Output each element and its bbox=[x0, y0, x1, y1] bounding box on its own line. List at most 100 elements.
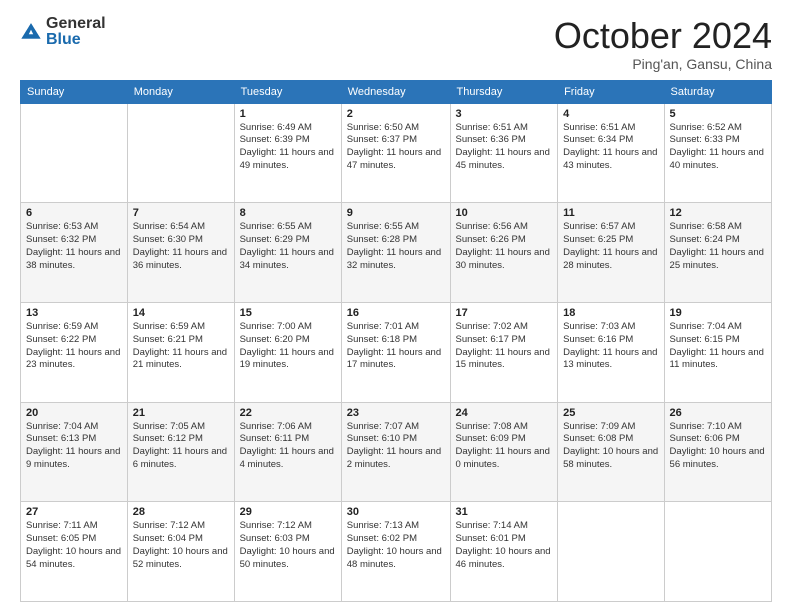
calendar-cell: 28 Sunrise: 7:12 AM Sunset: 6:04 PM Dayli… bbox=[127, 502, 234, 602]
day-number: 1 bbox=[240, 108, 336, 120]
month-title: October 2024 bbox=[554, 16, 772, 56]
day-number: 4 bbox=[563, 108, 658, 120]
day-info: Sunrise: 7:10 AM Sunset: 6:06 PM Dayligh… bbox=[670, 421, 766, 472]
calendar-cell: 19 Sunrise: 7:04 AM Sunset: 6:15 PM Dayli… bbox=[664, 302, 771, 402]
calendar-cell: 30Sunrise: 7:13 AM Sunset: 6:02 PM Dayli… bbox=[341, 502, 450, 602]
calendar-cell: 13Sunrise: 6:59 AM Sunset: 6:22 PM Dayli… bbox=[21, 302, 128, 402]
day-info: Sunrise: 6:54 AM Sunset: 6:30 PM Dayligh… bbox=[133, 221, 229, 272]
day-info: Sunrise: 6:57 AM Sunset: 6:25 PM Dayligh… bbox=[563, 221, 658, 272]
calendar-cell: 8Sunrise: 6:55 AM Sunset: 6:29 PM Daylig… bbox=[234, 203, 341, 303]
calendar-cell: 24 Sunrise: 7:08 AM Sunset: 6:09 PM Dayli… bbox=[450, 402, 558, 502]
day-info: Sunrise: 7:04 AM Sunset: 6:15 PM Dayligh… bbox=[670, 321, 766, 372]
day-number: 28 bbox=[133, 506, 229, 518]
calendar-cell: 2 Sunrise: 6:50 AM Sunset: 6:37 PM Daylig… bbox=[341, 103, 450, 203]
day-header-tuesday: Tuesday bbox=[234, 80, 341, 103]
calendar-cell bbox=[21, 103, 128, 203]
day-header-wednesday: Wednesday bbox=[341, 80, 450, 103]
calendar-cell: 1 Sunrise: 6:49 AM Sunset: 6:39 PM Daylig… bbox=[234, 103, 341, 203]
logo-text: General Blue bbox=[46, 16, 106, 48]
calendar-cell: 29 Sunrise: 7:12 AM Sunset: 6:03 PM Dayli… bbox=[234, 502, 341, 602]
day-info: Sunrise: 6:51 AM Sunset: 6:36 PM Dayligh… bbox=[456, 122, 553, 173]
title-block: October 2024 Ping'an, Gansu, China bbox=[554, 16, 772, 72]
day-number: 20 bbox=[26, 407, 122, 419]
calendar-week-3: 13Sunrise: 6:59 AM Sunset: 6:22 PM Dayli… bbox=[21, 302, 772, 402]
calendar-cell: 15Sunrise: 7:00 AM Sunset: 6:20 PM Dayli… bbox=[234, 302, 341, 402]
day-header-sunday: Sunday bbox=[21, 80, 128, 103]
day-info: Sunrise: 7:06 AM Sunset: 6:11 PM Dayligh… bbox=[240, 421, 336, 472]
day-info: Sunrise: 7:04 AM Sunset: 6:13 PM Dayligh… bbox=[26, 421, 122, 472]
day-info: Sunrise: 7:02 AM Sunset: 6:17 PM Dayligh… bbox=[456, 321, 553, 372]
day-number: 9 bbox=[347, 207, 445, 219]
calendar-cell: 22Sunrise: 7:06 AM Sunset: 6:11 PM Dayli… bbox=[234, 402, 341, 502]
calendar-cell: 9 Sunrise: 6:55 AM Sunset: 6:28 PM Daylig… bbox=[341, 203, 450, 303]
day-header-monday: Monday bbox=[127, 80, 234, 103]
day-number: 2 bbox=[347, 108, 445, 120]
calendar-cell: 16Sunrise: 7:01 AM Sunset: 6:18 PM Dayli… bbox=[341, 302, 450, 402]
day-info: Sunrise: 7:01 AM Sunset: 6:18 PM Dayligh… bbox=[347, 321, 445, 372]
logo-blue: Blue bbox=[46, 32, 106, 48]
day-info: Sunrise: 7:11 AM Sunset: 6:05 PM Dayligh… bbox=[26, 520, 122, 571]
calendar-cell: 7Sunrise: 6:54 AM Sunset: 6:30 PM Daylig… bbox=[127, 203, 234, 303]
day-info: Sunrise: 6:53 AM Sunset: 6:32 PM Dayligh… bbox=[26, 221, 122, 272]
day-info: Sunrise: 7:12 AM Sunset: 6:04 PM Dayligh… bbox=[133, 520, 229, 571]
day-info: Sunrise: 6:59 AM Sunset: 6:22 PM Dayligh… bbox=[26, 321, 122, 372]
day-info: Sunrise: 6:56 AM Sunset: 6:26 PM Dayligh… bbox=[456, 221, 553, 272]
calendar-cell: 12Sunrise: 6:58 AM Sunset: 6:24 PM Dayli… bbox=[664, 203, 771, 303]
calendar-cell: 10 Sunrise: 6:56 AM Sunset: 6:26 PM Dayli… bbox=[450, 203, 558, 303]
day-info: Sunrise: 6:59 AM Sunset: 6:21 PM Dayligh… bbox=[133, 321, 229, 372]
day-info: Sunrise: 7:14 AM Sunset: 6:01 PM Dayligh… bbox=[456, 520, 553, 571]
day-number: 14 bbox=[133, 307, 229, 319]
logo-general: General bbox=[46, 16, 106, 32]
calendar-header-row: SundayMondayTuesdayWednesdayThursdayFrid… bbox=[21, 80, 772, 103]
calendar-cell: 21Sunrise: 7:05 AM Sunset: 6:12 PM Dayli… bbox=[127, 402, 234, 502]
day-number: 29 bbox=[240, 506, 336, 518]
logo: General Blue bbox=[20, 16, 106, 48]
day-info: Sunrise: 7:08 AM Sunset: 6:09 PM Dayligh… bbox=[456, 421, 553, 472]
day-number: 10 bbox=[456, 207, 553, 219]
calendar-week-4: 20 Sunrise: 7:04 AM Sunset: 6:13 PM Dayli… bbox=[21, 402, 772, 502]
location: Ping'an, Gansu, China bbox=[554, 56, 772, 72]
calendar-cell: 4 Sunrise: 6:51 AM Sunset: 6:34 PM Daylig… bbox=[558, 103, 664, 203]
day-header-saturday: Saturday bbox=[664, 80, 771, 103]
day-header-thursday: Thursday bbox=[450, 80, 558, 103]
day-number: 15 bbox=[240, 307, 336, 319]
calendar-cell: 31Sunrise: 7:14 AM Sunset: 6:01 PM Dayli… bbox=[450, 502, 558, 602]
calendar-cell: 14 Sunrise: 6:59 AM Sunset: 6:21 PM Dayli… bbox=[127, 302, 234, 402]
calendar-cell: 11Sunrise: 6:57 AM Sunset: 6:25 PM Dayli… bbox=[558, 203, 664, 303]
calendar-week-2: 6Sunrise: 6:53 AM Sunset: 6:32 PM Daylig… bbox=[21, 203, 772, 303]
day-info: Sunrise: 6:55 AM Sunset: 6:28 PM Dayligh… bbox=[347, 221, 445, 272]
calendar-cell: 26 Sunrise: 7:10 AM Sunset: 6:06 PM Dayli… bbox=[664, 402, 771, 502]
day-info: Sunrise: 7:12 AM Sunset: 6:03 PM Dayligh… bbox=[240, 520, 336, 571]
calendar-week-5: 27 Sunrise: 7:11 AM Sunset: 6:05 PM Dayli… bbox=[21, 502, 772, 602]
day-number: 3 bbox=[456, 108, 553, 120]
day-number: 12 bbox=[670, 207, 766, 219]
calendar-cell: 25Sunrise: 7:09 AM Sunset: 6:08 PM Dayli… bbox=[558, 402, 664, 502]
day-info: Sunrise: 6:55 AM Sunset: 6:29 PM Dayligh… bbox=[240, 221, 336, 272]
day-number: 24 bbox=[456, 407, 553, 419]
day-number: 26 bbox=[670, 407, 766, 419]
day-info: Sunrise: 6:49 AM Sunset: 6:39 PM Dayligh… bbox=[240, 122, 336, 173]
calendar-cell bbox=[558, 502, 664, 602]
page: General Blue October 2024 Ping'an, Gansu… bbox=[0, 0, 792, 612]
calendar-cell bbox=[127, 103, 234, 203]
day-number: 5 bbox=[670, 108, 766, 120]
calendar-cell: 17Sunrise: 7:02 AM Sunset: 6:17 PM Dayli… bbox=[450, 302, 558, 402]
calendar-cell: 5Sunrise: 6:52 AM Sunset: 6:33 PM Daylig… bbox=[664, 103, 771, 203]
day-info: Sunrise: 6:50 AM Sunset: 6:37 PM Dayligh… bbox=[347, 122, 445, 173]
day-number: 21 bbox=[133, 407, 229, 419]
header: General Blue October 2024 Ping'an, Gansu… bbox=[20, 16, 772, 72]
day-number: 19 bbox=[670, 307, 766, 319]
day-info: Sunrise: 6:51 AM Sunset: 6:34 PM Dayligh… bbox=[563, 122, 658, 173]
logo-icon bbox=[20, 21, 42, 43]
day-info: Sunrise: 7:03 AM Sunset: 6:16 PM Dayligh… bbox=[563, 321, 658, 372]
calendar-cell: 18Sunrise: 7:03 AM Sunset: 6:16 PM Dayli… bbox=[558, 302, 664, 402]
calendar-cell: 23Sunrise: 7:07 AM Sunset: 6:10 PM Dayli… bbox=[341, 402, 450, 502]
day-info: Sunrise: 7:13 AM Sunset: 6:02 PM Dayligh… bbox=[347, 520, 445, 571]
day-number: 25 bbox=[563, 407, 658, 419]
calendar-cell: 27 Sunrise: 7:11 AM Sunset: 6:05 PM Dayli… bbox=[21, 502, 128, 602]
calendar-cell: 3 Sunrise: 6:51 AM Sunset: 6:36 PM Daylig… bbox=[450, 103, 558, 203]
calendar: SundayMondayTuesdayWednesdayThursdayFrid… bbox=[20, 80, 772, 602]
day-header-friday: Friday bbox=[558, 80, 664, 103]
calendar-cell: 6Sunrise: 6:53 AM Sunset: 6:32 PM Daylig… bbox=[21, 203, 128, 303]
day-number: 27 bbox=[26, 506, 122, 518]
